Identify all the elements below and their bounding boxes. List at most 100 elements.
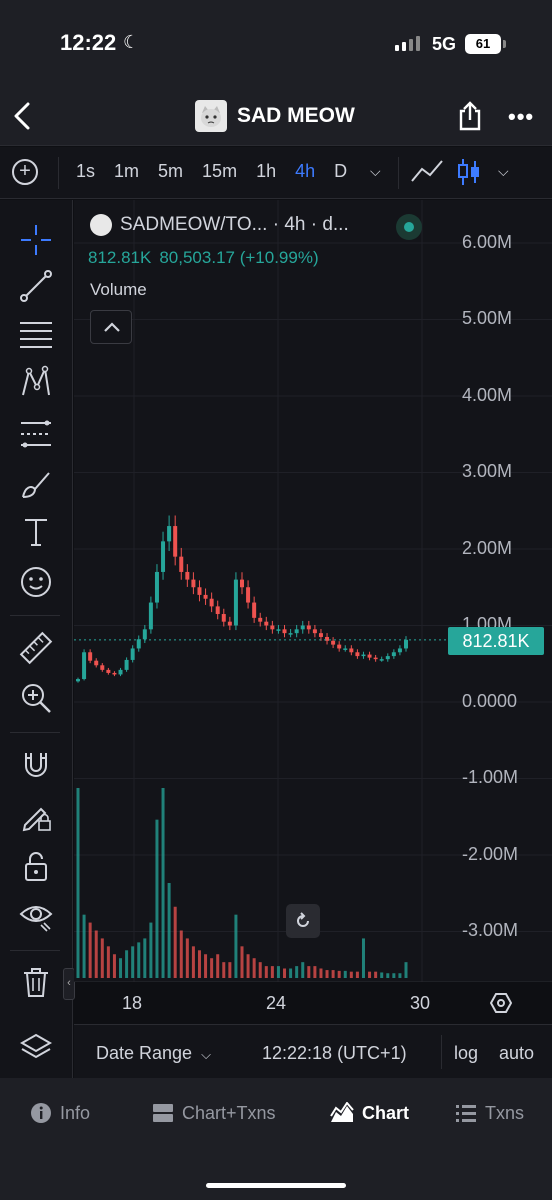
timezone-button[interactable]: 12:22:18 (UTC+1) (262, 1043, 407, 1064)
candle-body (246, 587, 251, 603)
volume-bar (398, 973, 402, 978)
candle-body (148, 602, 153, 630)
price-change: 80,503.17 (+10.99%) (159, 248, 319, 267)
volume-bar (264, 966, 268, 978)
battery-tip (503, 40, 506, 48)
interval-4h[interactable]: 4h (295, 161, 315, 182)
symbol-label[interactable]: SADMEOW/TO... · 4h · d... (120, 214, 349, 236)
tab-chart-txns[interactable]: Chart+Txns (152, 1102, 276, 1124)
prediction-icon[interactable] (18, 416, 54, 452)
interval-1s[interactable]: 1s (76, 161, 95, 182)
pattern-icon[interactable] (18, 364, 54, 400)
candle-body (373, 657, 378, 660)
token-title: SAD MEOW (195, 100, 355, 132)
panel-divider (10, 732, 60, 733)
live-status-dot (396, 214, 422, 240)
volume-bar (228, 962, 232, 978)
date-range-label: Date Range (96, 1043, 193, 1063)
trend-line-icon[interactable] (18, 268, 54, 304)
bottom-tab-bar: Info Chart+Txns Chart Txns (0, 1078, 552, 1200)
line-chart-icon[interactable] (410, 157, 444, 192)
volume-bar (94, 930, 98, 978)
reset-chart-button[interactable] (286, 904, 320, 938)
volume-bar (361, 938, 365, 978)
volume-bar (149, 922, 153, 978)
volume-bar (289, 968, 293, 978)
tab-label: Chart+Txns (182, 1102, 276, 1123)
volume-bar (161, 788, 165, 978)
volume-bar (185, 938, 189, 978)
volume-bar (143, 938, 147, 978)
tab-info[interactable]: Info (30, 1102, 90, 1124)
back-button[interactable] (8, 98, 38, 134)
layers-icon[interactable] (18, 1030, 54, 1066)
candle-body (106, 669, 111, 673)
crosshair-icon[interactable] (18, 222, 54, 258)
interval-1m[interactable]: 1m (114, 161, 139, 182)
volume-bar (392, 973, 396, 978)
trash-icon[interactable] (18, 964, 54, 1000)
volume-bar (82, 914, 86, 978)
volume-bar (191, 946, 195, 978)
tab-label: Info (60, 1102, 91, 1123)
interval-d[interactable]: D (334, 161, 347, 182)
volume-bar (246, 954, 250, 978)
volume-bar (355, 971, 359, 978)
add-indicator-button[interactable]: + (12, 159, 38, 185)
volume-bar (368, 971, 372, 978)
volume-bar (204, 954, 208, 978)
fib-retracement-icon[interactable] (18, 316, 54, 352)
toolbar-divider (398, 157, 399, 189)
candle-body (343, 648, 348, 650)
emoji-icon[interactable] (18, 564, 54, 600)
chevron-down-icon[interactable]: ⌵ (498, 163, 509, 180)
candle-body (252, 602, 257, 618)
text-tool-icon[interactable] (18, 514, 54, 550)
volume-bar (307, 966, 311, 978)
chart-settings-icon[interactable] (489, 992, 513, 1019)
ohlc-values: 812.81K 80,503.17 (+10.99%) (88, 248, 319, 268)
volume-bar (325, 970, 329, 978)
volume-label: Volume (90, 280, 147, 299)
auto-scale-toggle[interactable]: auto (499, 1043, 534, 1064)
interval-1h[interactable]: 1h (256, 161, 276, 182)
brush-icon[interactable] (18, 466, 54, 502)
interval-5m[interactable]: 5m (158, 161, 183, 182)
zoom-in-icon[interactable] (18, 680, 54, 716)
eye-icon[interactable] (18, 898, 54, 934)
magnet-icon[interactable] (18, 748, 54, 784)
page-title: SAD MEOW (237, 104, 355, 127)
volume-bar (137, 942, 141, 978)
ruler-icon[interactable] (18, 630, 54, 666)
status-bar: 12:22 ☾ 5G 61 (0, 0, 552, 88)
candle-body (385, 656, 390, 660)
candle-body (191, 579, 196, 588)
moon-icon: ☾ (123, 32, 140, 52)
candle-body (173, 526, 178, 557)
volume-bar (76, 788, 80, 978)
interval-15m[interactable]: 15m (202, 161, 237, 182)
y-axis-label: -3.00M (462, 920, 519, 940)
volume-bar (331, 970, 335, 978)
candlestick-icon[interactable] (457, 157, 481, 192)
y-axis-label: -2.00M (462, 844, 519, 864)
candle-body (367, 654, 372, 658)
unlock-icon[interactable] (18, 848, 54, 884)
share-button[interactable] (456, 100, 484, 132)
volume-bar (234, 914, 238, 978)
more-options-button[interactable]: ••• (508, 104, 534, 130)
candle-body (264, 621, 269, 626)
log-scale-toggle[interactable]: log (454, 1043, 478, 1064)
chart-icon (330, 1102, 354, 1122)
volume-bar (337, 970, 341, 978)
tab-txns[interactable]: Txns (455, 1102, 524, 1124)
chevron-down-icon[interactable]: ⌵ (370, 163, 381, 180)
date-range-button[interactable]: Date Range ⌵ (96, 1043, 211, 1064)
interval-selector: 1s 1m 5m 15m 1h 4h D (76, 161, 347, 182)
collapse-legend-button[interactable] (90, 310, 132, 344)
volume-bar (301, 962, 305, 978)
split-view-icon (153, 1104, 173, 1122)
lock-drawing-icon[interactable] (18, 798, 54, 834)
y-axis-label: 6.00M (462, 232, 513, 252)
tab-chart[interactable]: Chart (330, 1102, 409, 1124)
